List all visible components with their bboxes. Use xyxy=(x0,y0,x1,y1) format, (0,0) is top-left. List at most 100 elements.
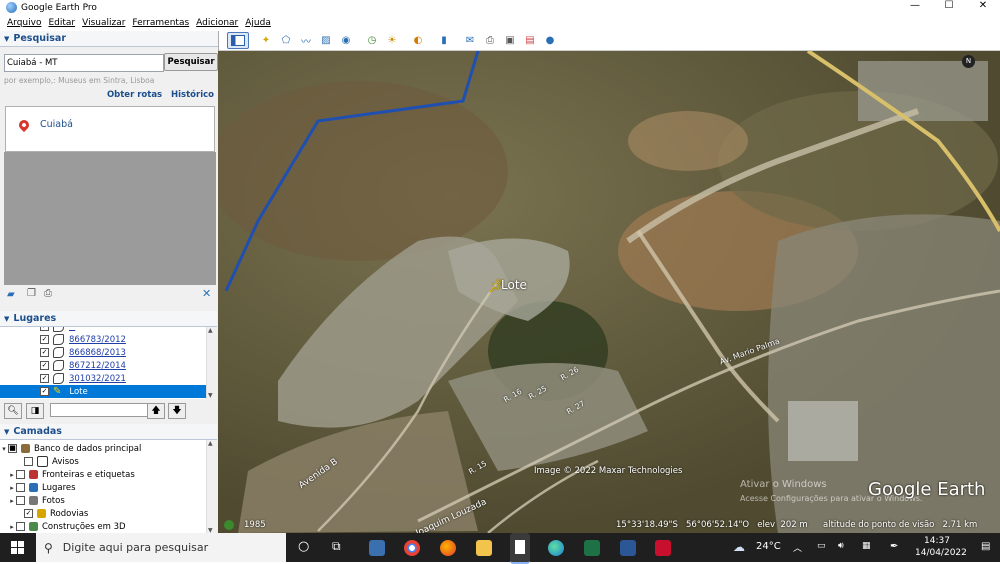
add-placemark-button[interactable]: ✦ xyxy=(258,33,274,48)
expand-icon[interactable]: ▸ xyxy=(8,523,16,531)
email-button[interactable]: ✉ xyxy=(462,33,478,48)
expand-icon[interactable]: ▸ xyxy=(8,484,16,492)
move-down-button[interactable]: 🡇 xyxy=(168,403,186,419)
expand-icon[interactable]: ▾ xyxy=(0,445,8,453)
save-image-button[interactable]: ▣ xyxy=(502,33,518,48)
place-checkbox[interactable]: ✓ xyxy=(40,348,49,357)
placemark-label[interactable]: Lote xyxy=(501,278,527,292)
layer-checkbox[interactable] xyxy=(16,522,25,531)
expand-icon[interactable]: ▸ xyxy=(8,471,16,479)
earth-button[interactable]: ● xyxy=(542,33,558,48)
place-checkbox[interactable]: ✓ xyxy=(40,335,49,344)
edge-app-icon[interactable] xyxy=(548,540,564,556)
menu-editar[interactable]: Editar xyxy=(48,18,75,28)
chrome-app-icon[interactable] xyxy=(404,540,420,556)
record-tour-button[interactable]: ◉ xyxy=(338,33,354,48)
search-section-header[interactable]: ▼ Pesquisar xyxy=(0,31,218,47)
layer-item[interactable]: ▸ Fronteiras e etiquetas xyxy=(8,468,135,481)
pen-icon[interactable]: ✒ xyxy=(890,541,898,552)
move-up-button[interactable]: 🡅 xyxy=(147,403,165,419)
firefox-app-icon[interactable] xyxy=(440,540,456,556)
result-item[interactable]: Cuiabá xyxy=(40,119,73,130)
taskbar-search-box[interactable]: ⚲ Digite aqui para pesquisar xyxy=(36,533,286,562)
word-app-icon[interactable] xyxy=(620,540,636,556)
calculator-app-icon[interactable] xyxy=(369,540,385,556)
weather-cloud-icon[interactable]: ☁ xyxy=(733,540,745,554)
menu-arquivo[interactable]: Arquivo xyxy=(7,18,41,28)
places-section-header[interactable]: ▼ Lugares xyxy=(0,311,217,327)
place-item[interactable]: ✓ 301032/2021 xyxy=(0,372,206,385)
copy-icon[interactable]: ❐ xyxy=(27,288,36,299)
place-label[interactable]: 866783/2012 xyxy=(69,335,126,345)
add-image-overlay-button[interactable]: ▨ xyxy=(318,33,334,48)
map-view[interactable]: 📌︎ Lote Avenida B Av. Mario Palma Joaqui… xyxy=(218,51,1000,533)
sidebar-toggle-button[interactable] xyxy=(227,32,249,49)
device-icon[interactable]: ▭ xyxy=(817,541,826,551)
menu-adicionar[interactable]: Adicionar xyxy=(196,18,238,28)
layer-checkbox[interactable] xyxy=(16,496,25,505)
layers-section-header[interactable]: ▼ Camadas xyxy=(0,424,217,440)
place-checkbox[interactable]: ✓ xyxy=(40,374,49,383)
print-results-icon[interactable]: ⎙ xyxy=(44,288,52,299)
place-checkbox[interactable]: ✓ xyxy=(40,387,49,396)
place-item[interactable]: ✓ 866783/2012 xyxy=(0,333,206,346)
close-search-icon[interactable]: ✕ xyxy=(202,287,211,300)
places-filter-input[interactable] xyxy=(50,403,148,417)
historical-imagery-icon[interactable] xyxy=(224,520,234,530)
notification-icon[interactable]: ▤ xyxy=(981,541,990,552)
get-directions-link[interactable]: Obter rotas xyxy=(107,90,162,100)
compass[interactable]: N xyxy=(962,55,975,68)
expand-icon[interactable]: ▸ xyxy=(8,497,16,505)
place-label[interactable]: 866868/2013 xyxy=(69,348,126,358)
add-polygon-button[interactable]: ⬠ xyxy=(278,33,294,48)
history-link[interactable]: Histórico xyxy=(171,90,214,100)
layer-checkbox[interactable]: ✓ xyxy=(24,509,33,518)
print-button[interactable]: ⎙ xyxy=(482,33,498,48)
close-button[interactable]: ✕ xyxy=(966,0,1000,12)
place-label[interactable]: 867212/2014 xyxy=(69,361,126,371)
place-label[interactable]: Lote xyxy=(69,387,87,397)
scroll-up-icon[interactable]: ▲ xyxy=(208,440,213,447)
acrobat-app-icon[interactable] xyxy=(655,540,671,556)
chevron-up-icon[interactable]: ︿ xyxy=(793,541,802,554)
network-icon[interactable]: ▦ xyxy=(862,541,871,551)
historical-imagery-button[interactable]: ◷ xyxy=(364,33,380,48)
windows-start-icon[interactable] xyxy=(11,541,24,554)
planets-button[interactable]: ◐ xyxy=(410,33,426,48)
layer-checkbox[interactable] xyxy=(16,483,25,492)
scroll-up-icon[interactable]: ▲ xyxy=(208,327,213,334)
clock-date[interactable]: 14/04/2022 xyxy=(915,548,967,558)
layer-item[interactable]: ▸ Lugares xyxy=(8,481,75,494)
file-explorer-app-icon[interactable] xyxy=(476,540,492,556)
layer-checkbox[interactable] xyxy=(16,470,25,479)
sunlight-button[interactable]: ☀ xyxy=(384,33,400,48)
lote-placemark[interactable]: 📌︎ xyxy=(488,279,505,294)
menu-visualizar[interactable]: Visualizar xyxy=(82,18,125,28)
place-item-selected[interactable]: ✓ ✎ Lote xyxy=(0,385,206,398)
layer-checkbox[interactable]: ■ xyxy=(8,444,17,453)
notepad-app-icon-active[interactable] xyxy=(510,533,530,564)
layer-item[interactable]: ▸ Construções em 3D xyxy=(8,520,125,533)
layer-item[interactable]: ▸ Fotos xyxy=(8,494,65,507)
menu-ajuda[interactable]: Ajuda xyxy=(245,18,271,28)
scroll-down-icon[interactable]: ▼ xyxy=(208,392,213,399)
search-button[interactable]: Pesquisar xyxy=(164,53,218,71)
search-input[interactable] xyxy=(4,54,164,72)
add-path-button[interactable]: 〰 xyxy=(298,33,314,48)
layer-item[interactable]: ✓ Rodovias xyxy=(16,507,88,520)
volume-icon[interactable]: 🔊︎ xyxy=(838,541,844,551)
cortana-icon[interactable]: ○ xyxy=(298,539,309,554)
task-view-icon[interactable]: ⧉ xyxy=(332,539,341,554)
ruler-button[interactable]: ▮ xyxy=(436,33,452,48)
place-item[interactable]: ✓ 867212/2014 xyxy=(0,359,206,372)
place-label[interactable]: 301032/2021 xyxy=(69,374,126,384)
layer-checkbox[interactable] xyxy=(24,457,33,466)
add-folder-icon[interactable]: ▰ xyxy=(7,289,15,300)
place-item[interactable]: ✓ 866868/2013 xyxy=(0,346,206,359)
maximize-button[interactable]: ☐ xyxy=(932,0,966,12)
excel-app-icon[interactable] xyxy=(584,540,600,556)
view-in-maps-button[interactable]: ▤ xyxy=(522,33,538,48)
view-toggle-button[interactable]: ◨ xyxy=(26,403,44,419)
place-checkbox[interactable]: ✓ xyxy=(40,361,49,370)
clock-time[interactable]: 14:37 xyxy=(924,536,950,546)
